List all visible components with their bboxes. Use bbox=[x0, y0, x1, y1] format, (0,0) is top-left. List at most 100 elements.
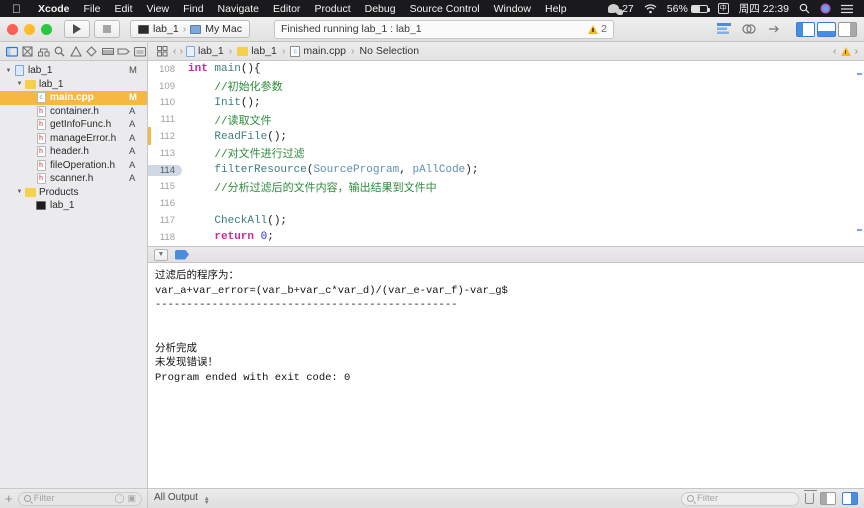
navigator-filter-buttons: ◯ ▣ bbox=[114, 493, 136, 504]
issue-navigator-icon[interactable] bbox=[68, 43, 83, 59]
menu-help[interactable]: Help bbox=[538, 3, 574, 15]
navigator-row-container-h[interactable]: h container.h A bbox=[0, 105, 147, 119]
source-control-navigator-icon[interactable] bbox=[20, 43, 35, 59]
menu-product[interactable]: Product bbox=[307, 3, 357, 15]
navigator-row-getinfofunc-h[interactable]: h getInfoFunc.h A bbox=[0, 118, 147, 132]
menu-xcode[interactable]: Xcode bbox=[31, 3, 77, 15]
debug-navigator-icon[interactable] bbox=[100, 43, 115, 59]
adjust-editor-icon[interactable] bbox=[763, 21, 785, 38]
navigator-row-status-badge: A bbox=[129, 105, 136, 117]
disclosure-triangle-icon[interactable]: ▼ bbox=[15, 81, 24, 87]
warning-icon[interactable] bbox=[840, 46, 851, 56]
project-navigator-icon[interactable] bbox=[4, 43, 19, 59]
show-console-only-button[interactable] bbox=[820, 492, 836, 505]
breadcrumb-item-file[interactable]: c main.cpp › bbox=[290, 45, 356, 57]
flag-icon[interactable] bbox=[175, 249, 189, 260]
code-line[interactable]: 114 filterResource(SourceProgram, pAllCo… bbox=[148, 162, 864, 179]
zoom-window-button[interactable] bbox=[41, 23, 52, 35]
code-line[interactable]: 109 //初始化参数 bbox=[148, 78, 864, 95]
battery-status-item[interactable]: 56% bbox=[662, 3, 713, 15]
navigator-row-lab-1[interactable]: lab_1 bbox=[0, 199, 147, 213]
code-line[interactable]: 113 //对文件进行过滤 bbox=[148, 145, 864, 162]
code-line[interactable]: 108 int main(){ bbox=[148, 61, 864, 78]
code-line[interactable]: 116 bbox=[148, 195, 864, 212]
input-method-status-item[interactable]: 中 bbox=[713, 3, 734, 14]
menu-debug[interactable]: Debug bbox=[358, 3, 403, 15]
menu-edit[interactable]: Edit bbox=[107, 3, 139, 15]
menu-source-control[interactable]: Source Control bbox=[403, 3, 487, 15]
symbol-navigator-icon[interactable] bbox=[36, 43, 51, 59]
close-window-button[interactable] bbox=[7, 23, 18, 35]
console-filter-field[interactable]: Filter bbox=[681, 491, 799, 506]
code-line[interactable]: 111 //读取文件 bbox=[148, 111, 864, 128]
minimize-window-button[interactable] bbox=[24, 23, 35, 35]
breadcrumb-item-project[interactable]: lab_1 › bbox=[186, 45, 234, 57]
navigator-row-lab-1[interactable]: ▼ lab_1 M bbox=[0, 64, 147, 78]
run-button[interactable] bbox=[64, 20, 90, 38]
menu-editor[interactable]: Editor bbox=[266, 3, 307, 15]
source-editor[interactable]: 108 int main(){109 //初始化参数 110 Init(); 111 … bbox=[148, 61, 864, 246]
scheme-selector[interactable]: lab_1 › My Mac bbox=[130, 20, 250, 38]
navigator-row-manageerror-h[interactable]: h manageError.h A bbox=[0, 132, 147, 146]
code-line[interactable]: 117 CheckAll(); bbox=[148, 212, 864, 229]
navigator-filter-field[interactable]: Filter ◯ ▣ bbox=[17, 491, 142, 506]
navigator-row-products[interactable]: ▼ Products bbox=[0, 186, 147, 200]
inspector-toggle-button[interactable] bbox=[838, 21, 857, 37]
console-output[interactable]: 过滤后的程序为： var_a+var_error=(var_b+var_c*va… bbox=[148, 263, 864, 488]
navigator-row-scanner-h[interactable]: h scanner.h A bbox=[0, 172, 147, 186]
navigator-row-label: scanner.h bbox=[50, 173, 94, 185]
issue-previous-button[interactable]: ‹ bbox=[833, 45, 837, 57]
clock-icon[interactable]: ◯ bbox=[114, 493, 124, 504]
warning-indicator[interactable]: 2 bbox=[588, 23, 607, 35]
menu-navigate[interactable]: Navigate bbox=[211, 3, 266, 15]
code-review-icon[interactable] bbox=[738, 21, 760, 38]
output-scope-selector[interactable]: All Output ▲ ▼ bbox=[154, 492, 210, 506]
menu-window[interactable]: Window bbox=[487, 3, 538, 15]
code-line[interactable]: 112 ReadFile(); bbox=[148, 128, 864, 145]
breakpoint-navigator-icon[interactable] bbox=[116, 43, 131, 59]
header-file-icon: h bbox=[36, 159, 46, 171]
navigator-row-header-h[interactable]: h header.h A bbox=[0, 145, 147, 159]
wifi-status-item[interactable] bbox=[639, 3, 662, 14]
apple-menu-icon[interactable]:  bbox=[12, 3, 21, 15]
code-line[interactable]: 115 //分析过滤后的文件内容，输出结果到文件中 bbox=[148, 179, 864, 196]
report-navigator-icon[interactable] bbox=[132, 43, 147, 59]
show-variables-and-console-button[interactable] bbox=[842, 492, 858, 505]
code-line[interactable]: 110 Init(); bbox=[148, 95, 864, 112]
menu-find[interactable]: Find bbox=[176, 3, 210, 15]
debug-area-disclosure-button[interactable]: ▼ bbox=[154, 248, 168, 261]
debug-area-toggle-button[interactable] bbox=[817, 21, 836, 37]
breadcrumb-item-group[interactable]: lab_1 › bbox=[237, 45, 287, 57]
control-center-item[interactable] bbox=[836, 4, 858, 14]
menu-file[interactable]: File bbox=[77, 3, 108, 15]
find-navigator-icon[interactable] bbox=[52, 43, 67, 59]
jump-bar-back-button[interactable]: ‹ bbox=[173, 45, 177, 57]
add-file-button[interactable]: + bbox=[5, 492, 13, 505]
navigator-row-fileoperation-h[interactable]: h fileOperation.h A bbox=[0, 159, 147, 173]
trash-icon[interactable] bbox=[804, 490, 817, 504]
stop-icon bbox=[103, 25, 111, 33]
test-navigator-icon[interactable] bbox=[84, 43, 99, 59]
wechat-status-item[interactable]: 27 bbox=[603, 3, 639, 15]
library-icon[interactable] bbox=[713, 21, 735, 38]
menu-view[interactable]: View bbox=[140, 3, 177, 15]
siri-status-item[interactable] bbox=[815, 3, 836, 14]
related-items-icon[interactable] bbox=[154, 43, 170, 59]
navigator-row-lab-1[interactable]: ▼ lab_1 bbox=[0, 78, 147, 92]
disclosure-triangle-icon[interactable]: ▼ bbox=[4, 68, 13, 74]
spotlight-search-item[interactable] bbox=[794, 3, 815, 14]
code-line[interactable]: 118 return 0; bbox=[148, 229, 864, 246]
disclosure-triangle-icon[interactable]: ▼ bbox=[15, 189, 24, 195]
jump-bar-forward-button[interactable]: › bbox=[180, 45, 184, 57]
breadcrumb-item-selection[interactable]: No Selection bbox=[360, 45, 420, 57]
stop-button[interactable] bbox=[94, 20, 120, 38]
debug-bar: ▼ bbox=[148, 246, 864, 263]
activity-status-field[interactable]: Finished running lab_1 : lab_1 2 bbox=[273, 19, 614, 39]
scope-icon[interactable]: ▣ bbox=[127, 493, 136, 504]
navigator-row-status-badge: A bbox=[129, 173, 136, 185]
editor-scroll-markers[interactable] bbox=[856, 61, 862, 246]
clock-status-item[interactable]: 周四 22:39 bbox=[734, 1, 794, 16]
issue-next-button[interactable]: › bbox=[855, 45, 859, 57]
navigator-toggle-button[interactable] bbox=[796, 21, 815, 37]
navigator-row-main-cpp[interactable]: c main.cpp M bbox=[0, 91, 147, 105]
